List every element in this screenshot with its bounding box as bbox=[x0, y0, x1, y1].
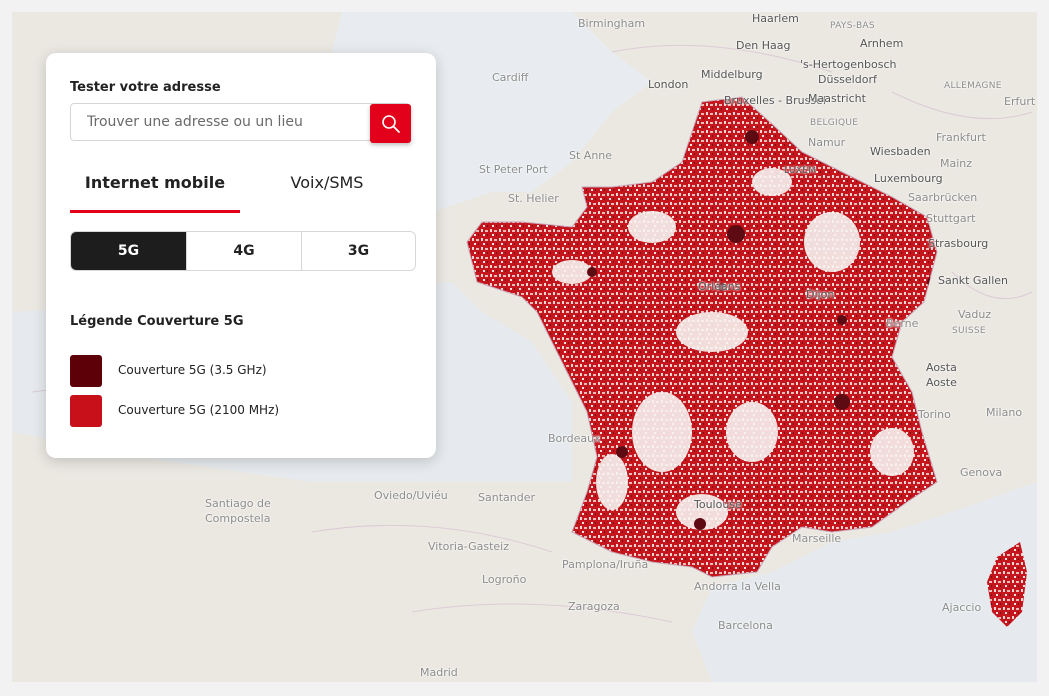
place-label: Barcelona bbox=[718, 619, 773, 632]
place-label: Andorra la Vella bbox=[694, 580, 781, 593]
place-label: Cardiff bbox=[492, 71, 529, 84]
place-label: Bordeaux bbox=[548, 432, 601, 445]
place-label: Arnhem bbox=[860, 37, 904, 50]
legend-title: Légende Couverture 5G bbox=[70, 314, 244, 329]
legend-swatch-3500 bbox=[70, 355, 102, 387]
place-label: Compostela bbox=[205, 512, 271, 525]
place-label: Middelburg bbox=[701, 68, 763, 81]
place-label: London bbox=[648, 78, 689, 91]
search-button[interactable] bbox=[370, 104, 411, 143]
place-label: Orléans bbox=[698, 280, 741, 293]
place-label: PAYS-BAS bbox=[830, 21, 875, 31]
coverage-panel: Tester votre adresse Internet mobile Voi… bbox=[46, 53, 436, 458]
tab-internet-mobile[interactable]: Internet mobile bbox=[70, 171, 240, 213]
place-label: 's-Hertogenbosch bbox=[800, 58, 897, 71]
place-label: Oviedo/Uviéu bbox=[374, 489, 448, 502]
network-5g-button[interactable]: 5G bbox=[71, 232, 186, 270]
tab-label: Voix/SMS bbox=[290, 173, 364, 192]
place-label: Santiago de bbox=[205, 497, 271, 510]
place-label: SUISSE bbox=[952, 326, 986, 336]
place-label: Zaragoza bbox=[568, 600, 620, 613]
place-label: St. Helier bbox=[508, 192, 559, 205]
place-label: Strasbourg bbox=[928, 237, 989, 250]
legend-label: Couverture 5G (2100 MHz) bbox=[118, 403, 280, 417]
place-label: Aosta bbox=[926, 361, 957, 374]
place-label: Pamplona/Iruña bbox=[562, 558, 649, 571]
network-4g-button[interactable]: 4G bbox=[186, 232, 301, 270]
place-label: Erfurt bbox=[1004, 95, 1036, 108]
place-label: Vitoria-Gasteiz bbox=[428, 540, 509, 553]
place-label: ALLEMAGNE bbox=[944, 81, 1002, 91]
place-label: Santander bbox=[478, 491, 535, 504]
place-label: St Anne bbox=[569, 149, 613, 162]
place-label: Torino bbox=[918, 408, 951, 421]
place-label: LUXEM bbox=[784, 166, 817, 176]
place-label: Marseille bbox=[792, 532, 842, 545]
place-label: Dijon bbox=[806, 288, 835, 301]
legend-swatch-2100 bbox=[70, 395, 102, 427]
tab-label: Internet mobile bbox=[84, 173, 226, 192]
place-label: Toulouse bbox=[694, 498, 742, 511]
place-label: Maastricht bbox=[808, 92, 866, 105]
search-input[interactable] bbox=[71, 104, 369, 140]
place-label: Wiesbaden bbox=[870, 145, 931, 158]
place-label: Sankt Gallen bbox=[938, 274, 1008, 287]
place-label: Aoste bbox=[926, 376, 957, 389]
panel-title: Tester votre adresse bbox=[70, 80, 221, 95]
place-label: Birmingham bbox=[578, 17, 646, 30]
place-label: Stuttgart bbox=[926, 212, 976, 225]
place-label: Frankfurt bbox=[936, 131, 986, 144]
place-label: Berne bbox=[886, 317, 919, 330]
place-label: BELGIQUE bbox=[810, 118, 859, 128]
place-label: Logroño bbox=[482, 573, 527, 586]
search-box bbox=[70, 103, 410, 141]
legend-label: Couverture 5G (3.5 GHz) bbox=[118, 363, 267, 377]
place-label: Mainz bbox=[940, 157, 973, 170]
place-label: Vaduz bbox=[958, 308, 992, 321]
place-label: Düsseldorf bbox=[818, 73, 877, 86]
place-label: Genova bbox=[960, 466, 1003, 479]
place-label: Madrid bbox=[420, 666, 458, 679]
place-label: Luxembourg bbox=[874, 172, 943, 185]
search-icon bbox=[382, 115, 400, 133]
active-tab-indicator bbox=[70, 210, 240, 213]
place-label: St Peter Port bbox=[479, 163, 548, 176]
network-3g-button[interactable]: 3G bbox=[301, 232, 415, 270]
network-selector: 5G 4G 3G bbox=[70, 231, 416, 271]
place-label: Saarbrücken bbox=[908, 191, 978, 204]
place-label: Haarlem bbox=[752, 12, 799, 25]
tab-voix-sms[interactable]: Voix/SMS bbox=[242, 171, 412, 213]
place-label: Den Haag bbox=[736, 39, 791, 52]
place-label: Ajaccio bbox=[942, 601, 982, 614]
place-label: Milano bbox=[986, 406, 1023, 419]
place-label: Namur bbox=[808, 136, 846, 149]
